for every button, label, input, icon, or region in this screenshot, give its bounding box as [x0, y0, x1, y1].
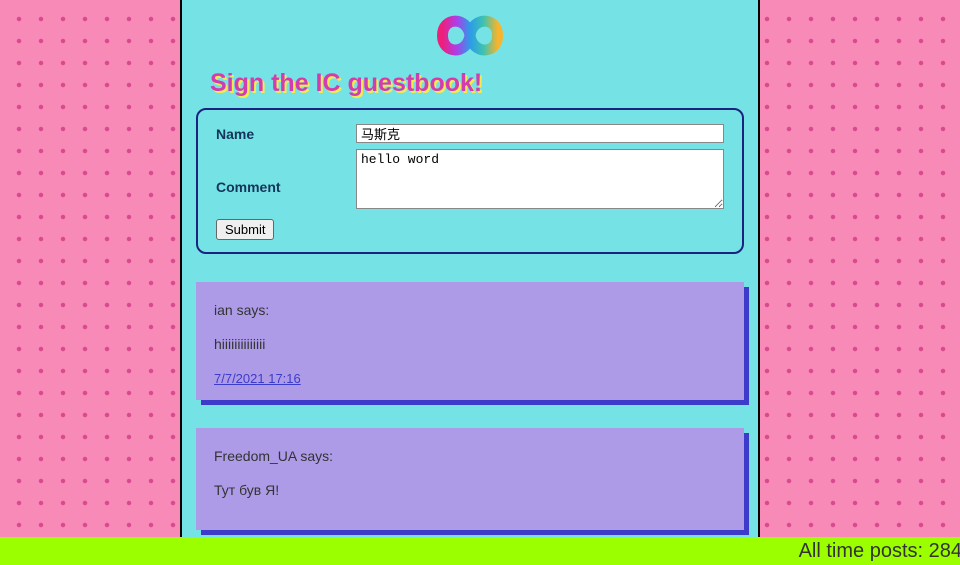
post-timestamp[interactable]: 7/7/2021 17:16	[214, 371, 301, 386]
post-author: ian says:	[214, 302, 726, 318]
name-input[interactable]	[356, 124, 724, 143]
post-card: ian says: hiiiiiiiiiiiiii 7/7/2021 17:16	[196, 282, 744, 400]
post-body: hiiiiiiiiiiiiii	[214, 336, 726, 352]
submit-button[interactable]: Submit	[216, 219, 274, 240]
name-label: Name	[216, 124, 356, 142]
footer-bar: All time posts: 284	[0, 537, 960, 565]
infinity-logo	[196, 0, 744, 67]
main-panel: Sign the IC guestbook! Name Comment Subm…	[180, 0, 760, 565]
guestbook-form: Name Comment Submit	[196, 108, 744, 254]
comment-input[interactable]	[356, 149, 724, 209]
page-title: Sign the IC guestbook!	[210, 69, 744, 98]
post-card: Freedom_UA says: Тут був Я!	[196, 428, 744, 530]
comment-label: Comment	[216, 149, 356, 195]
post-body: Тут був Я!	[214, 482, 726, 498]
post-count: All time posts: 284	[799, 540, 960, 563]
post-author: Freedom_UA says:	[214, 448, 726, 464]
